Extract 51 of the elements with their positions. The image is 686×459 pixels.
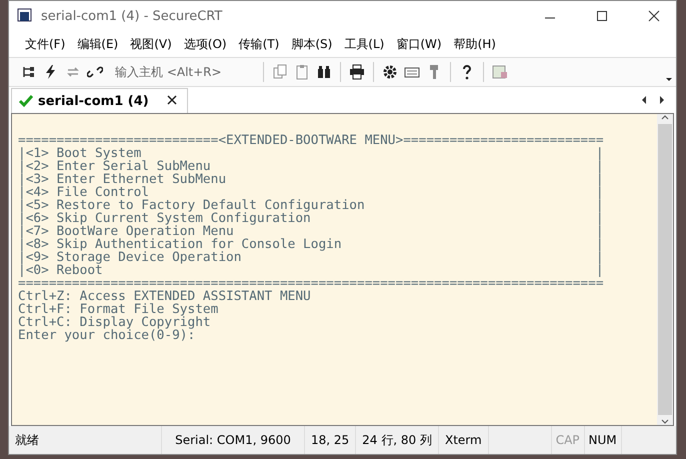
gear-icon[interactable] [382, 64, 398, 80]
status-text: 就绪 [9, 426, 162, 454]
copy-icon[interactable] [272, 64, 288, 80]
window-title: serial-com1 (4) - SecureCRT [41, 8, 224, 24]
terminal-line: |<9> Storage Device Operation | [18, 251, 605, 264]
session-tab[interactable]: serial-com1 (4) [11, 88, 188, 113]
scrollbar[interactable] [657, 114, 673, 425]
terminal-line: Enter your choice(0-9): [18, 329, 196, 342]
host-field[interactable]: 输入主机 <Alt+R> [109, 64, 255, 80]
terminal-line: |<4> File Control | [18, 186, 605, 199]
menu-item[interactable]: 文件(F) [19, 36, 72, 52]
tree-icon[interactable] [21, 64, 37, 80]
menu-item[interactable]: 选项(O) [178, 36, 233, 52]
terminal-line: ==========================<EXTENDED-BOOTWARE MENU>========================== [18, 134, 605, 147]
key-indicator: CAP [552, 426, 585, 454]
close-icon[interactable] [166, 95, 177, 105]
clipboard-icon[interactable] [294, 64, 310, 80]
status-text: 18, 25 [305, 426, 356, 454]
terminal-line: |<5> Restore to Factory Default Configuration | [18, 199, 605, 212]
terminal-line: |<3> Enter Ethernet SubMenu | [18, 173, 605, 186]
maximize-icon[interactable] [596, 10, 608, 22]
app-icon [17, 8, 33, 24]
status-text: Xterm [438, 426, 489, 454]
terminal-line: ============================================================================ [18, 277, 605, 290]
menu-item[interactable]: 视图(V) [124, 36, 178, 52]
menu-item[interactable]: 传输(T) [232, 36, 286, 52]
status-text: Serial: COM1, 9600 [162, 426, 305, 454]
status-text: 24 行, 80 列 [356, 426, 439, 454]
dropdown-icon[interactable] [666, 78, 672, 81]
terminal-line: |<6> Skip Current System Configuration | [18, 212, 605, 225]
key-indicator: NUM [584, 426, 622, 454]
terminal-line: Ctrl+F: Format File System [18, 303, 220, 316]
menu-item[interactable]: 窗口(W) [390, 36, 448, 52]
printer-icon[interactable] [349, 64, 365, 80]
link-icon[interactable] [87, 64, 103, 80]
menu-item[interactable]: 工具(L) [338, 36, 390, 52]
terminal-line: |<7> BootWare Operation Menu | [18, 225, 605, 238]
terminal-line: |<1> Boot System | [18, 147, 605, 160]
menu-item[interactable]: 帮助(H) [448, 36, 502, 52]
binoculars-icon[interactable] [316, 64, 332, 80]
menu-item[interactable]: 编辑(E) [71, 36, 124, 52]
left-arrow-icon[interactable] [640, 95, 648, 105]
terminal-line: Ctrl+Z: Access EXTENDED ASSISTANT MENU [18, 290, 312, 303]
terminal-line: Ctrl+C: Display Copyright [18, 316, 211, 329]
terminal-line: |<2> Enter Serial SubMenu | [18, 160, 605, 173]
close-icon[interactable] [648, 10, 660, 22]
menu-item[interactable]: 脚本(S) [285, 36, 338, 52]
right-arrow-icon[interactable] [658, 95, 666, 105]
terminal-line: |<8> Skip Authentication for Console Login | [18, 238, 605, 251]
terminal-line: |<0> Reboot | [18, 264, 605, 277]
check-icon[interactable] [18, 93, 34, 109]
